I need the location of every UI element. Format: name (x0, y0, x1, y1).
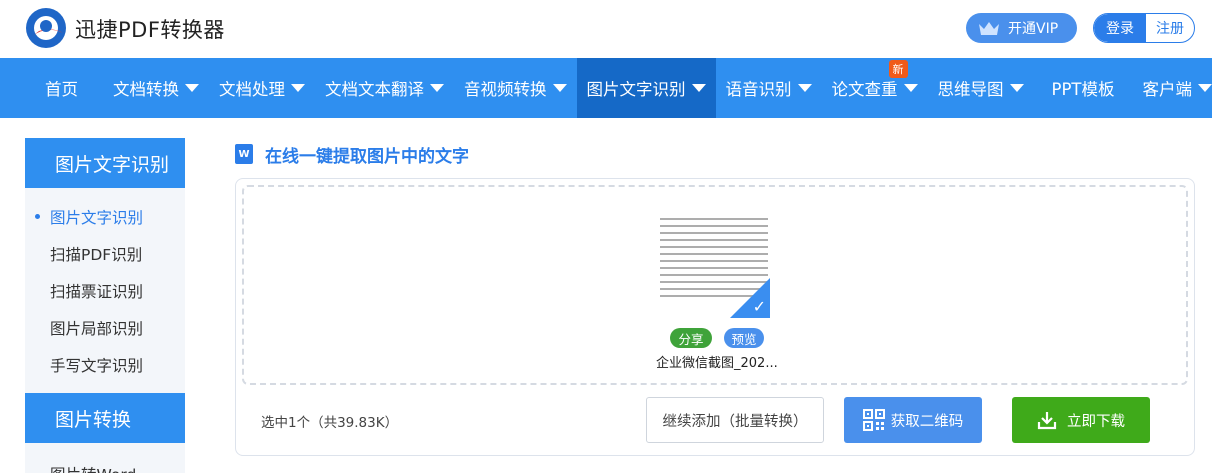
sidebar-item-scan-ticket[interactable]: 扫描票证识别 (25, 272, 185, 309)
download-icon (1037, 412, 1057, 430)
caret-down-icon (691, 84, 706, 92)
nav-item-label: 文档转换 (113, 80, 179, 99)
page-title-text: 在线一键提取图片中的文字 (265, 146, 469, 167)
thumb-text-line (660, 218, 768, 220)
nav-item-label: 音视频转换 (464, 80, 547, 99)
nav-item-label: 图片文字识别 (586, 80, 686, 99)
nav-item-speech[interactable]: 语音识别 (716, 58, 822, 118)
sidebar-item-scan-pdf[interactable]: 扫描PDF识别 (25, 235, 185, 272)
caret-down-icon (552, 84, 567, 92)
file-name: 企业微信截图_202... (656, 356, 778, 371)
sidebar-item-image-to-word[interactable]: 图片转Word (25, 455, 185, 473)
sidebar-item-handwriting[interactable]: 手写文字识别 (25, 346, 185, 383)
sidebar-item-partial-ocr[interactable]: 图片局部识别 (25, 309, 185, 346)
nav-item-label: 文档文本翻译 (325, 80, 424, 99)
caret-down-icon (291, 84, 305, 92)
sidebar-section-title: 图片转换 (25, 393, 185, 443)
selection-info: 选中1个（共39.83K） (261, 415, 399, 431)
nav-item-ppt[interactable]: PPT模板 (1034, 58, 1133, 118)
get-qrcode-button[interactable]: 获取二维码 (844, 397, 982, 443)
nav-item-mindmap[interactable]: 思维导图 (928, 58, 1034, 118)
continue-add-button[interactable]: 继续添加（批量转换） (646, 397, 824, 443)
upload-panel: ✓ 分享 预览 企业微信截图_202... 选中1个（共39.83K） 继续添加… (235, 178, 1195, 456)
get-qrcode-label: 获取二维码 (890, 413, 964, 430)
thumb-text-line (660, 260, 768, 262)
thumb-text-line (660, 239, 768, 241)
sidebar-section-title: 图片文字识别 (25, 138, 185, 188)
register-button[interactable]: 注册 (1146, 14, 1194, 42)
nav-item-label: PPT模板 (1051, 80, 1115, 99)
nav-item-label: 语音识别 (725, 80, 792, 99)
caret-down-icon (1197, 84, 1212, 92)
login-button[interactable]: 登录 (1094, 14, 1146, 42)
caret-down-icon (903, 84, 918, 92)
header: 迅捷PDF转换器 开通VIP 登录 注册 (0, 0, 1212, 58)
nav-item-home[interactable]: 首页 (0, 58, 103, 118)
word-doc-icon: W (235, 144, 253, 164)
caret-down-icon (797, 84, 812, 92)
brand-name[interactable]: 迅捷PDF转换器 (75, 14, 225, 44)
thumb-text-line (660, 253, 768, 255)
open-vip-button[interactable]: 开通VIP (966, 13, 1077, 43)
sidebar-item-image-ocr[interactable]: 图片文字识别 (25, 198, 185, 235)
file-dropzone[interactable]: ✓ 分享 预览 企业微信截图_202... (242, 185, 1188, 385)
nav-item-av-convert[interactable]: 音视频转换 (454, 58, 577, 118)
preview-button[interactable]: 预览 (724, 328, 764, 348)
sidebar: 图片文字识别 图片文字识别 扫描PDF识别 扫描票证识别 图片局部识别 手写文字… (25, 138, 185, 473)
thumb-text-line (660, 274, 768, 276)
nav-item-plagiarism[interactable]: 论文查重 新 (822, 58, 928, 118)
crown-icon (979, 22, 999, 35)
new-badge: 新 (888, 60, 908, 78)
nav-item-label: 论文查重 (831, 80, 898, 99)
nav-item-label: 思维导图 (937, 80, 1004, 99)
open-vip-label: 开通VIP (1008, 21, 1059, 37)
nav-item-label: 文档处理 (219, 80, 285, 99)
thumb-text-line (660, 225, 768, 227)
nav-item-doc-convert[interactable]: 文档转换 (103, 58, 209, 118)
caret-down-icon (185, 84, 199, 92)
nav-item-client[interactable]: 客户端 (1132, 58, 1212, 118)
logo-icon[interactable] (25, 7, 67, 49)
thumb-text-line (660, 246, 768, 248)
thumb-text-line (660, 267, 768, 269)
nav-item-label: 客户端 (1142, 80, 1192, 99)
share-button[interactable]: 分享 (670, 328, 712, 348)
download-button[interactable]: 立即下载 (1012, 397, 1150, 443)
auth-group: 登录 注册 (1093, 13, 1195, 43)
caret-down-icon (1009, 84, 1024, 92)
qrcode-icon (862, 409, 885, 431)
page-title: W 在线一键提取图片中的文字 (235, 142, 469, 167)
main-nav: 首页 文档转换 文档处理 文档文本翻译 音视频转换 图片文字识别 语音识别 论文… (0, 58, 1212, 118)
download-label: 立即下载 (1067, 413, 1125, 430)
thumb-text-line (660, 232, 768, 234)
file-thumbnail[interactable]: ✓ (658, 212, 770, 318)
caret-down-icon (430, 84, 444, 92)
nav-item-image-ocr[interactable]: 图片文字识别 (576, 58, 716, 118)
nav-item-doc-translate[interactable]: 文档文本翻译 (315, 58, 454, 118)
nav-item-doc-process[interactable]: 文档处理 (209, 58, 315, 118)
checkmark-icon: ✓ (752, 297, 766, 316)
nav-item-label: 首页 (45, 80, 78, 99)
